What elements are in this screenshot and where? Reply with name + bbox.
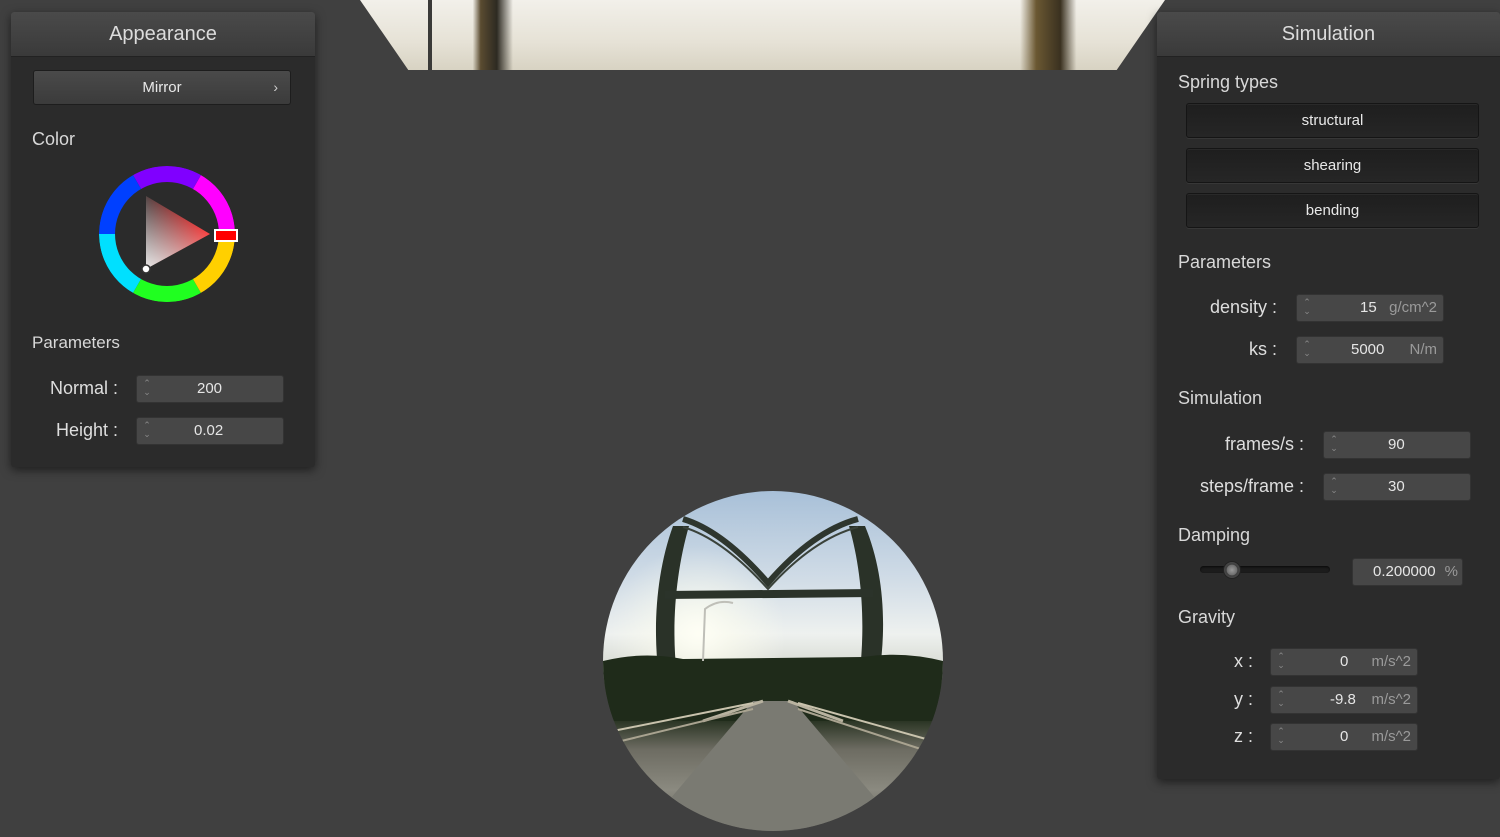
spinner-icon[interactable]: ⌃ ⌄	[143, 421, 151, 441]
fps-value: 90	[1388, 436, 1405, 453]
gravity-x-input[interactable]: ⌃ ⌄ 0 m/s^2	[1270, 648, 1418, 676]
shearing-toggle-button[interactable]: shearing	[1186, 148, 1479, 183]
ks-label: ks :	[1248, 339, 1277, 359]
gravity-x-unit: m/s^2	[1371, 653, 1411, 670]
damping-slider[interactable]	[1200, 566, 1330, 573]
cloth-mirror-surface	[360, 0, 1165, 70]
gravity-z-value: 0	[1340, 728, 1349, 745]
density-unit: g/cm^2	[1389, 299, 1437, 316]
pole-reflection	[428, 0, 432, 70]
simulation-section-label: Simulation	[1178, 388, 1263, 408]
height-value: 0.02	[194, 422, 224, 439]
spinner-icon[interactable]: ⌃ ⌄	[1303, 340, 1311, 360]
damping-unit: %	[1444, 563, 1458, 580]
steps-input[interactable]: ⌃ ⌄ 30	[1323, 473, 1471, 501]
normal-label: Normal :	[49, 378, 118, 398]
damping-slider-knob[interactable]	[1222, 561, 1241, 579]
gravity-y-value: -9.8	[1330, 691, 1356, 708]
gravity-y-input[interactable]: ⌃ ⌄ -9.8 m/s^2	[1270, 686, 1418, 714]
gravity-y-unit: m/s^2	[1371, 691, 1411, 708]
steps-value: 30	[1388, 478, 1405, 495]
normal-input[interactable]: ⌃ ⌄ 200	[136, 375, 284, 403]
appearance-panel: Appearance Mirror › Color Parameters Nor…	[11, 12, 315, 467]
spinner-icon[interactable]: ⌃ ⌄	[1277, 727, 1285, 747]
color-section-label: Color	[32, 129, 76, 149]
gravity-x-value: 0	[1340, 653, 1349, 670]
spinner-icon[interactable]: ⌃ ⌄	[1330, 477, 1338, 497]
density-input[interactable]: ⌃ ⌄ 15 g/cm^2	[1296, 294, 1444, 322]
spinner-icon[interactable]: ⌃ ⌄	[1303, 298, 1311, 318]
bending-toggle-button[interactable]: bending	[1186, 193, 1479, 228]
normal-value: 200	[197, 380, 223, 397]
spinner-icon[interactable]: ⌃ ⌄	[143, 379, 151, 399]
spinner-icon[interactable]: ⌃ ⌄	[1277, 690, 1285, 710]
simulation-panel: Simulation Spring types structural shear…	[1157, 12, 1500, 779]
appearance-parameters-label: Parameters	[32, 333, 120, 352]
ks-input[interactable]: ⌃ ⌄ 5000 N/m	[1296, 336, 1444, 364]
shader-mode-label: Mirror	[142, 79, 182, 96]
damping-input[interactable]: 0.200000 %	[1352, 558, 1463, 586]
fps-input[interactable]: ⌃ ⌄ 90	[1323, 431, 1471, 459]
simulation-parameters-label: Parameters	[1178, 252, 1272, 272]
gravity-z-label: z :	[1233, 726, 1253, 746]
structural-toggle-button[interactable]: structural	[1186, 103, 1479, 138]
damping-value: 0.200000	[1373, 563, 1436, 580]
density-value: 15	[1360, 299, 1377, 316]
mirror-sphere[interactable]	[603, 491, 943, 831]
shader-mode-button[interactable]: Mirror ›	[33, 70, 291, 105]
gravity-x-label: x :	[1233, 651, 1253, 671]
spinner-icon[interactable]: ⌃ ⌄	[1277, 652, 1285, 672]
ks-value: 5000	[1351, 341, 1385, 358]
gravity-z-unit: m/s^2	[1371, 728, 1411, 745]
gravity-z-input[interactable]: ⌃ ⌄ 0 m/s^2	[1270, 723, 1418, 751]
gravity-y-label: y :	[1233, 689, 1253, 709]
ks-unit: N/m	[1409, 341, 1438, 358]
steps-label: steps/frame :	[1199, 476, 1304, 496]
damping-label: Damping	[1178, 525, 1251, 545]
sphere-reflection-graphic	[603, 516, 943, 831]
density-label: density :	[1209, 297, 1277, 317]
gravity-label: Gravity	[1178, 607, 1236, 627]
height-input[interactable]: ⌃ ⌄ 0.02	[136, 417, 284, 445]
simulation-panel-title[interactable]: Simulation	[1157, 12, 1500, 57]
hue-selector-handle[interactable]	[214, 229, 238, 242]
appearance-panel-title[interactable]: Appearance	[11, 12, 315, 57]
spinner-icon[interactable]: ⌃ ⌄	[1330, 435, 1338, 455]
fps-label: frames/s :	[1224, 434, 1304, 454]
height-label: Height :	[55, 420, 118, 440]
chevron-right-icon: ›	[273, 79, 278, 95]
spring-types-label: Spring types	[1178, 72, 1279, 92]
